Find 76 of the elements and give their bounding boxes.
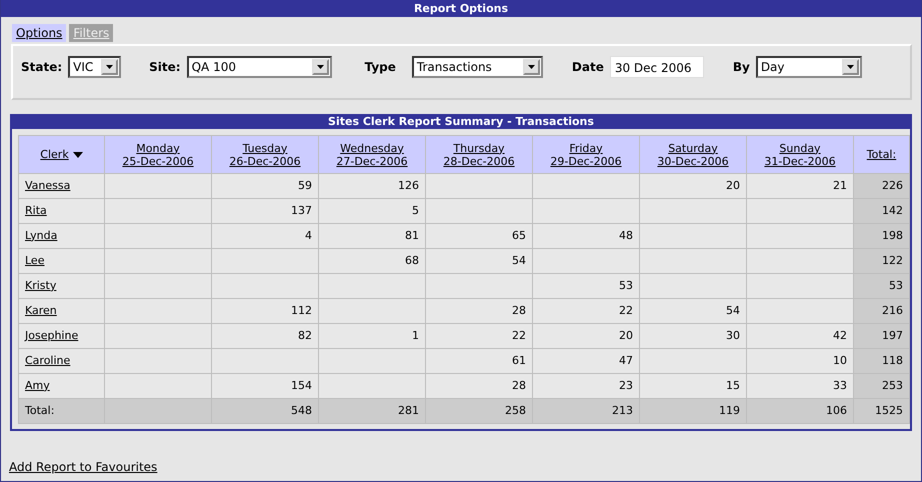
table-cell: 137 xyxy=(212,198,318,224)
field-label: Date xyxy=(572,59,604,76)
dropdown-arrow-button[interactable] xyxy=(842,59,859,75)
table-cell: 281 xyxy=(318,398,426,424)
table-cell: 68 xyxy=(318,248,426,274)
dropdown-arrow-button[interactable] xyxy=(101,59,118,75)
name-link[interactable]: Lee xyxy=(25,254,44,267)
total-cell: 122 xyxy=(854,248,910,274)
total-cell: 226 xyxy=(854,174,910,198)
table-cell: 28 xyxy=(426,374,532,398)
caret-icon xyxy=(528,65,535,69)
table-cell: 42 xyxy=(746,324,854,348)
dropdown-arrow-button[interactable] xyxy=(312,59,329,75)
table-cell: 126 xyxy=(318,174,426,198)
dropdown[interactable]: VIC xyxy=(68,56,122,78)
field-label: Site: xyxy=(149,59,181,76)
table-cell: 47 xyxy=(532,348,640,374)
field-label: By xyxy=(732,59,750,76)
table-cell: 54 xyxy=(426,248,532,274)
caret-icon xyxy=(106,65,114,69)
table-cell: 30 xyxy=(640,324,746,348)
table-cell: 22 xyxy=(426,324,532,348)
table-cell: 106 xyxy=(746,398,854,424)
dropdown[interactable]: Transactions xyxy=(412,56,543,78)
table-cell: 65 xyxy=(426,224,532,248)
table-cell: 54 xyxy=(640,298,746,324)
column-header-link[interactable]: Total: xyxy=(866,148,896,161)
tab[interactable]: Options xyxy=(12,24,66,42)
table-cell: 33 xyxy=(746,374,854,398)
total-cell: 198 xyxy=(854,224,910,248)
table-cell: 48 xyxy=(532,224,640,248)
report-title: Sites Clerk Report Summary - Transactions xyxy=(12,114,910,129)
table-cell: 81 xyxy=(318,224,426,248)
date-field[interactable]: 30 Dec 2006 xyxy=(610,56,704,78)
table-cell: 5 xyxy=(318,198,426,224)
caret-icon xyxy=(846,65,854,69)
dropdown[interactable]: QA 100 xyxy=(186,56,332,78)
total-cell: 216 xyxy=(854,298,910,324)
column-header-link[interactable]: Clerk xyxy=(40,148,69,161)
table-cell: 61 xyxy=(426,348,532,374)
total-cell: 53 xyxy=(854,274,910,298)
table-cell: 20 xyxy=(532,324,640,348)
table-cell: 4 xyxy=(212,224,318,248)
name-link[interactable]: Kristy xyxy=(25,278,56,292)
name-link[interactable]: Amy xyxy=(25,378,50,392)
table-cell: 112 xyxy=(212,298,318,324)
table-cell: 59 xyxy=(212,174,318,198)
table-cell: 119 xyxy=(640,398,746,424)
name-link[interactable]: Rita xyxy=(25,204,47,217)
total-cell: 118 xyxy=(854,348,910,374)
total-cell: 142 xyxy=(854,198,910,224)
table-cell: 82 xyxy=(212,324,318,348)
field-label: State: xyxy=(21,59,62,76)
table-cell: 10 xyxy=(746,348,854,374)
table-cell: 15 xyxy=(640,374,746,398)
table-cell: 53 xyxy=(532,274,640,298)
favourites-link[interactable]: Add Report to Favourites xyxy=(9,458,158,476)
table-cell: 154 xyxy=(212,374,318,398)
table-cell: 22 xyxy=(532,298,640,324)
table-cell: 23 xyxy=(532,374,640,398)
caret-icon xyxy=(316,65,324,69)
dropdown-arrow-button[interactable] xyxy=(522,59,540,75)
dropdown[interactable]: Day xyxy=(756,56,862,78)
table-cell: 28 xyxy=(426,298,532,324)
table-cell: 213 xyxy=(532,398,640,424)
table-cell: Total: xyxy=(18,398,104,424)
table-cell: 1 xyxy=(318,324,426,348)
table-cell: 21 xyxy=(746,174,854,198)
total-cell: 1525 xyxy=(854,398,910,424)
table-cell: 548 xyxy=(212,398,318,424)
field-label: Type xyxy=(364,59,396,76)
table-cell: 258 xyxy=(426,398,532,424)
total-cell: 253 xyxy=(854,374,910,398)
total-cell: 197 xyxy=(854,324,910,348)
window-title: Report Options xyxy=(1,0,921,17)
table-cell: 20 xyxy=(640,174,746,198)
